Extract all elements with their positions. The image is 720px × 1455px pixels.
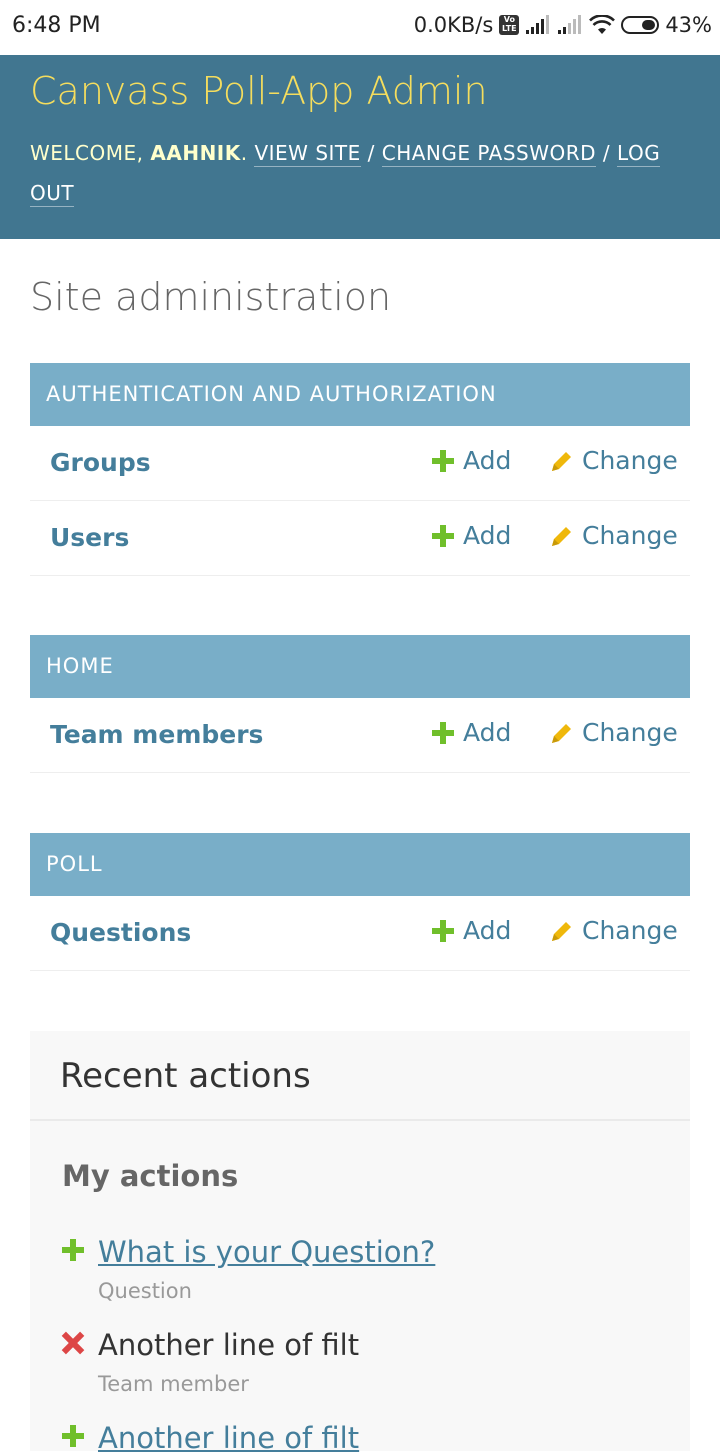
module-poll: Poll Questions Add Change <box>30 833 690 971</box>
action-type: Question <box>98 1279 192 1303</box>
add-icon <box>62 1239 84 1261</box>
change-questions-button[interactable]: Change <box>550 916 678 945</box>
add-groups-button[interactable]: Add <box>432 446 511 475</box>
volte-icon: Vo LTE <box>499 15 520 35</box>
model-row-questions: Questions Add Change <box>30 896 690 971</box>
page-title: Site administration <box>30 275 392 319</box>
wifi-icon <box>589 15 616 34</box>
action-link[interactable]: What is your Question? <box>98 1235 435 1269</box>
add-icon <box>432 524 454 547</box>
recent-actions-title: Recent actions <box>30 1031 690 1121</box>
site-brand[interactable]: Canvass Poll-App Admin <box>30 69 488 113</box>
action-link[interactable]: Another line of filt <box>98 1421 359 1455</box>
signal-2-icon <box>558 15 582 34</box>
module-caption[interactable]: Poll <box>30 833 690 896</box>
change-password-link[interactable]: Change password <box>381 141 597 167</box>
change-groups-button[interactable]: Change <box>550 446 678 475</box>
pencil-icon <box>552 921 571 941</box>
status-bar: 6:48 PM 0.0KB/s Vo LTE 43% <box>0 0 720 55</box>
model-link-groups[interactable]: Groups <box>50 448 151 477</box>
add-questions-button[interactable]: Add <box>432 916 511 945</box>
model-row-users: Users Add Change <box>30 501 690 576</box>
status-right: 0.0KB/s Vo LTE 43% <box>408 13 712 37</box>
model-link-users[interactable]: Users <box>50 523 129 552</box>
status-time: 6:48 PM <box>12 13 101 38</box>
user-tools: Welcome, aahnik. View site / Change pass… <box>30 141 661 207</box>
add-icon <box>432 449 454 472</box>
add-team-members-button[interactable]: Add <box>432 718 511 747</box>
battery-icon <box>621 16 660 34</box>
module-caption[interactable]: Home <box>30 635 690 698</box>
action-type: Team member <box>98 1372 249 1396</box>
battery-percent: 43% <box>665 13 712 37</box>
view-site-link[interactable]: View site <box>254 141 361 167</box>
model-row-groups: Groups Add Change <box>30 426 690 501</box>
module-home: Home Team members Add Change <box>30 635 690 773</box>
pencil-icon <box>552 723 571 743</box>
pencil-icon <box>552 451 571 471</box>
pencil-icon <box>552 526 571 546</box>
welcome-text: Welcome, <box>30 141 144 165</box>
add-users-button[interactable]: Add <box>432 521 511 550</box>
admin-header: Canvass Poll-App Admin Welcome, aahnik. … <box>0 55 720 239</box>
recent-actions-panel: Recent actions My actions What is your Q… <box>30 1031 690 1455</box>
model-row-team-members: Team members Add Change <box>30 698 690 773</box>
action-text: Another line of filt <box>98 1328 360 1362</box>
model-link-team-members[interactable]: Team members <box>50 720 263 749</box>
module-auth: Authentication and Authorization Groups … <box>30 363 690 576</box>
module-caption[interactable]: Authentication and Authorization <box>30 363 690 426</box>
delete-icon <box>62 1332 84 1354</box>
model-link-questions[interactable]: Questions <box>50 918 191 947</box>
my-actions-heading: My actions <box>62 1159 239 1193</box>
add-icon <box>62 1425 84 1447</box>
network-speed: 0.0KB/s <box>413 13 494 37</box>
add-icon <box>432 721 454 744</box>
signal-icon <box>526 15 550 34</box>
change-users-button[interactable]: Change <box>550 521 678 550</box>
username: aahnik <box>150 141 241 165</box>
add-icon <box>432 919 454 942</box>
change-team-members-button[interactable]: Change <box>550 718 678 747</box>
